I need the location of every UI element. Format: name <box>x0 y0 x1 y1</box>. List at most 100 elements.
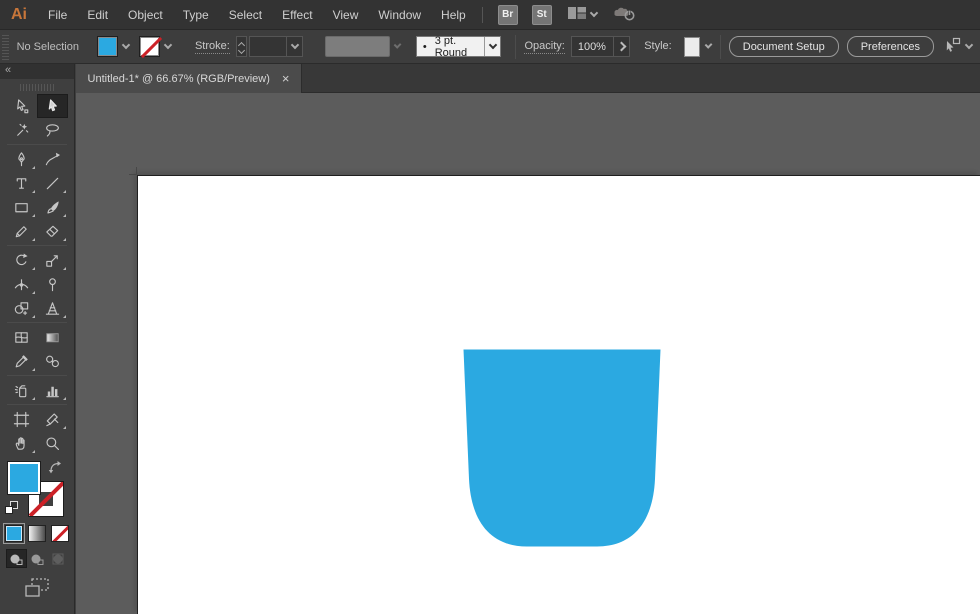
none-button[interactable] <box>51 525 69 542</box>
rotate-tool[interactable] <box>6 248 37 272</box>
bucket-shape[interactable] <box>463 349 661 548</box>
menu-window[interactable]: Window <box>368 0 431 30</box>
drawing-mode-buttons <box>0 549 74 568</box>
paintbrush-tool[interactable] <box>37 195 68 219</box>
scale-tool[interactable] <box>37 248 68 272</box>
magic-wand-tool[interactable] <box>6 118 37 142</box>
brush-definition-value: 3 pt. Round <box>435 35 479 59</box>
bridge-button[interactable]: Br <box>498 5 518 25</box>
brush-definition-select[interactable]: • 3 pt. Round <box>416 36 502 57</box>
color-button[interactable] <box>5 525 23 542</box>
close-tab-icon[interactable]: × <box>282 72 290 85</box>
lasso-tool[interactable] <box>37 118 68 142</box>
controlbar-separator-2 <box>720 35 721 59</box>
opacity-menu-arrow[interactable] <box>613 37 629 56</box>
menu-edit[interactable]: Edit <box>77 0 118 30</box>
stroke-chevron-icon[interactable] <box>164 41 172 49</box>
preferences-button[interactable]: Preferences <box>847 36 934 57</box>
menu-select[interactable]: Select <box>219 0 272 30</box>
type-tool[interactable] <box>6 171 37 195</box>
style-swatch[interactable] <box>684 37 701 57</box>
document-setup-button[interactable]: Document Setup <box>729 36 839 57</box>
variable-width-profile-select[interactable] <box>325 36 389 57</box>
swap-fill-stroke-icon[interactable] <box>48 460 62 477</box>
column-graph-tool[interactable] <box>37 378 68 402</box>
profile-chevron-icon <box>393 41 401 49</box>
tool-group-separator <box>7 245 67 246</box>
menu-type[interactable]: Type <box>173 0 219 30</box>
pen-tool[interactable] <box>6 147 37 171</box>
stepper-down-icon[interactable] <box>238 46 245 53</box>
opacity-label[interactable]: Opacity: <box>524 40 564 54</box>
stroke-width-stepper[interactable] <box>236 36 247 57</box>
draw-inside-button[interactable] <box>48 549 69 568</box>
fill-chevron-icon[interactable] <box>122 41 130 49</box>
collapse-panel-button[interactable]: « <box>5 64 11 76</box>
slice-tool[interactable] <box>37 407 68 431</box>
stroke-width-dropdown[interactable] <box>286 37 302 56</box>
fill-swatch[interactable] <box>7 461 41 495</box>
menu-help[interactable]: Help <box>431 0 476 30</box>
document-tab[interactable]: Untitled-1* @ 66.67% (RGB/Preview) × <box>76 64 302 93</box>
brush-dropdown[interactable] <box>484 37 500 56</box>
width-tool[interactable] <box>6 272 37 296</box>
pencil-tool[interactable] <box>6 219 37 243</box>
gradient-button[interactable] <box>28 525 46 542</box>
workspace-switcher[interactable] <box>567 5 597 24</box>
tools-panel-header: « <box>0 64 74 79</box>
artboard-tool[interactable] <box>6 407 37 431</box>
mesh-tool[interactable] <box>6 325 37 349</box>
controlbar-separator <box>515 35 516 59</box>
cs-live-button[interactable] <box>613 4 637 25</box>
screen-mode-icon <box>23 577 51 602</box>
gradient-tool[interactable] <box>37 325 68 349</box>
selection-status: No Selection <box>17 41 79 53</box>
screen-mode-control[interactable] <box>0 577 74 602</box>
hand-tool[interactable] <box>6 431 37 455</box>
line-segment-tool[interactable] <box>37 171 68 195</box>
opacity-field[interactable]: 100% <box>571 36 630 57</box>
chevron-down-icon <box>589 9 597 17</box>
puppet-warp-tool[interactable] <box>37 272 68 296</box>
tool-group-separator <box>7 322 67 323</box>
default-fill-stroke-icon[interactable] <box>5 501 18 514</box>
stroke-color-swatch[interactable] <box>139 36 160 57</box>
tool-group-separator <box>7 404 67 405</box>
workspace-layout-icon <box>567 5 587 24</box>
tool-group-separator <box>7 375 67 376</box>
opacity-value[interactable]: 100% <box>572 41 613 53</box>
eyedropper-tool[interactable] <box>6 349 37 373</box>
document-tab-bar: Untitled-1* @ 66.67% (RGB/Preview) × <box>76 64 980 93</box>
color-mode-buttons <box>0 525 74 542</box>
zoom-tool[interactable] <box>37 431 68 455</box>
selection-tool[interactable] <box>37 94 68 118</box>
stock-button[interactable]: St <box>532 5 552 25</box>
controlbar-grip[interactable] <box>2 34 9 60</box>
tools-panel-grip[interactable] <box>20 84 54 91</box>
menu-object[interactable]: Object <box>118 0 173 30</box>
style-chevron-icon[interactable] <box>705 41 713 49</box>
menu-bar: Ai File Edit Object Type Select Effect V… <box>0 0 980 30</box>
rectangle-tool[interactable] <box>6 195 37 219</box>
menu-file[interactable]: File <box>38 0 77 30</box>
canvas[interactable] <box>76 93 980 614</box>
fill-color-swatch[interactable] <box>97 36 118 57</box>
cs-live-icon <box>613 4 637 25</box>
eraser-tool[interactable] <box>37 219 68 243</box>
artboard[interactable] <box>137 175 980 614</box>
none-slash-icon <box>141 37 162 58</box>
select-similar-control[interactable] <box>944 36 972 57</box>
draw-normal-button[interactable] <box>6 549 27 568</box>
stroke-label[interactable]: Stroke: <box>195 40 230 54</box>
menu-effect[interactable]: Effect <box>272 0 322 30</box>
draw-behind-button[interactable] <box>27 549 48 568</box>
curvature-tool[interactable] <box>37 147 68 171</box>
stroke-width-select[interactable] <box>249 36 303 57</box>
tools-grid <box>0 94 74 455</box>
direct-selection-tool[interactable] <box>6 94 37 118</box>
shape-builder-tool[interactable] <box>6 296 37 320</box>
perspective-grid-tool[interactable] <box>37 296 68 320</box>
blend-tool[interactable] <box>37 349 68 373</box>
symbol-sprayer-tool[interactable] <box>6 378 37 402</box>
menu-view[interactable]: View <box>323 0 369 30</box>
